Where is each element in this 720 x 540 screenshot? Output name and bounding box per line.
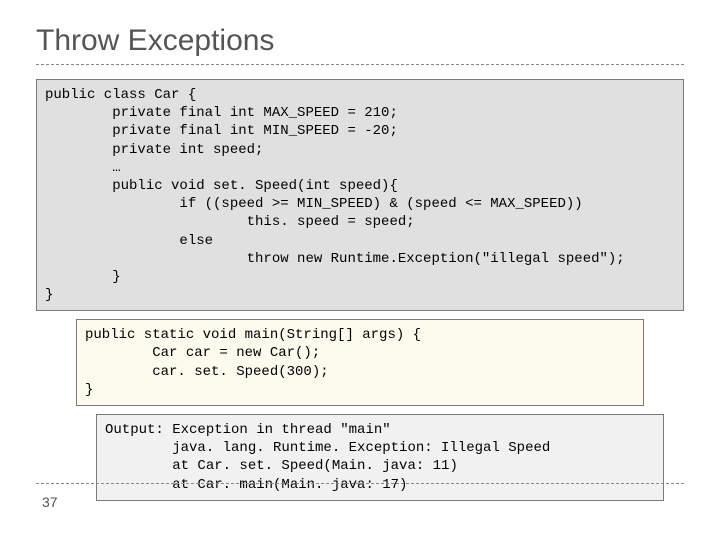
code-main-method: public static void main(String[] args) {… (76, 319, 644, 406)
page-number: 37 (42, 494, 58, 510)
title-divider (36, 64, 684, 65)
footer-divider (36, 483, 684, 484)
code-class-car: public class Car { private final int MAX… (36, 79, 684, 311)
code-output: Output: Exception in thread "main" java.… (96, 414, 664, 501)
slide-title: Throw Exceptions (36, 24, 684, 58)
slide-content: Throw Exceptions public class Car { priv… (0, 0, 720, 501)
